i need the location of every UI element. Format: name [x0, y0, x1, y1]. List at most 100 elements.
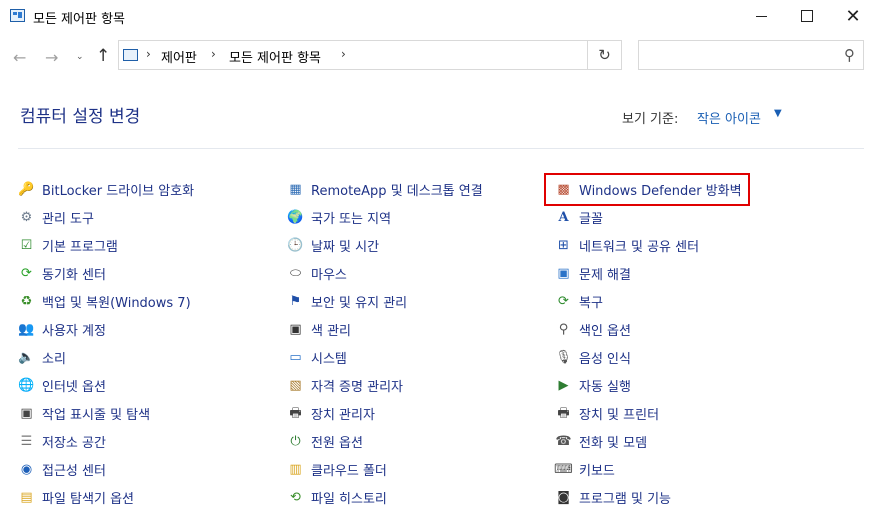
search-icon[interactable]: ⚲ — [844, 46, 855, 64]
minimize-icon — [755, 15, 767, 17]
item-color-management[interactable]: ▣ 색 관리 — [287, 315, 483, 343]
admin-tools-icon: ⚙ — [20, 209, 33, 225]
breadcrumb-separator-icon[interactable]: › — [211, 47, 216, 61]
item-credential-manager[interactable]: ▧ 자격 증명 관리자 — [287, 371, 483, 399]
flag-icon: ⚑ — [289, 293, 302, 309]
items-column-3: ▩ Windows Defender 방화벽 A 글꼴 ⊞ 네트워크 및 공유 센터 … — [554, 175, 742, 511]
fonts-icon: A — [558, 209, 569, 225]
item-sync-center[interactable]: ⟳ 동기화 센터 — [18, 259, 194, 287]
window-title: 모든 제어판 항목 — [33, 12, 125, 27]
credential-manager-icon: ▧ — [289, 377, 302, 393]
back-arrow-icon[interactable]: ← — [13, 48, 26, 67]
device-manager-icon: 🖶 — [289, 405, 302, 421]
chevron-down-icon[interactable]: ⌄ — [76, 52, 84, 62]
maximize-icon — [801, 10, 813, 22]
item-fonts[interactable]: A 글꼴 — [555, 203, 742, 231]
item-backup-restore[interactable]: ♻ 백업 및 복원(Windows 7) — [18, 287, 194, 315]
backup-restore-icon: ♻ — [20, 293, 33, 309]
close-button[interactable]: ✕ — [830, 0, 876, 32]
work-folders-icon: ▥ — [289, 461, 302, 477]
item-autoplay[interactable]: ▶ 자동 실행 — [555, 371, 742, 399]
item-network[interactable]: ⊞ 네트워크 및 공유 센터 — [555, 231, 742, 259]
remoteapp-icon: ▦ — [289, 181, 302, 197]
title-bar: 모든 제어판 항목 ✕ — [0, 0, 878, 32]
highlight-box — [544, 173, 750, 206]
item-devices-printers[interactable]: 🖶 장치 및 프린터 — [555, 399, 742, 427]
keyboard-icon: ⌨ — [554, 461, 573, 477]
bitlocker-key-icon: 🔑 — [18, 181, 35, 197]
storage-spaces-icon: ☰ — [20, 433, 33, 449]
minimize-button[interactable] — [738, 0, 784, 32]
speaker-icon: 🔈 — [18, 349, 35, 365]
view-by-dropdown[interactable]: 작은 아이콘 — [697, 108, 761, 127]
item-recovery[interactable]: ⟳ 복구 — [555, 287, 742, 315]
caret-down-icon[interactable]: ▼ — [774, 108, 782, 119]
breadcrumb-separator-icon[interactable]: › — [146, 47, 151, 61]
item-device-manager[interactable]: 🖶 장치 관리자 — [287, 399, 483, 427]
item-programs-features[interactable]: ◙ 프로그램 및 기능 — [555, 483, 742, 511]
item-admin-tools[interactable]: ⚙ 관리 도구 — [18, 203, 194, 231]
taskbar-icon: ▣ — [20, 405, 33, 421]
item-system[interactable]: ▭ 시스템 — [287, 343, 483, 371]
item-indexing-options[interactable]: ⚲ 색인 옵션 — [555, 315, 742, 343]
programs-features-icon: ◙ — [557, 489, 570, 505]
color-management-icon: ▣ — [289, 321, 302, 337]
file-history-icon: ⟲ — [290, 489, 301, 505]
item-region[interactable]: 🌍 국가 또는 지역 — [287, 203, 483, 231]
item-sound[interactable]: 🔈 소리 — [18, 343, 194, 371]
phone-modem-icon: ☎ — [555, 433, 572, 449]
divider — [18, 148, 864, 149]
internet-options-icon: 🌐 — [18, 377, 35, 393]
recovery-icon: ⟳ — [558, 293, 569, 309]
globe-icon: 🌍 — [287, 209, 304, 225]
items-column-2: ▦ RemoteApp 및 데스크톱 연결 🌍 국가 또는 지역 🕒 날짜 및 시간 … — [287, 175, 483, 511]
power-options-icon: ⏻ — [290, 433, 301, 449]
item-phone-modem[interactable]: ☎ 전화 및 모뎀 — [555, 427, 742, 455]
up-arrow-icon[interactable]: ↑ — [96, 46, 110, 66]
folder-options-icon: ▤ — [20, 489, 33, 505]
item-taskbar[interactable]: ▣ 작업 표시줄 및 탐색 — [18, 399, 194, 427]
forward-arrow-icon[interactable]: → — [45, 48, 58, 67]
indexing-options-icon: ⚲ — [558, 321, 569, 337]
refresh-button[interactable]: ↻ — [588, 40, 622, 70]
item-mouse[interactable]: ⬭ 마우스 — [287, 259, 483, 287]
refresh-icon: ↻ — [598, 46, 611, 64]
item-user-accounts[interactable]: 👥 사용자 계정 — [18, 315, 194, 343]
item-storage-spaces[interactable]: ☰ 저장소 공간 — [18, 427, 194, 455]
printer-icon: 🖶 — [557, 405, 570, 421]
clock-icon: 🕒 — [287, 237, 304, 253]
item-speech-recognition[interactable]: 🎙 음성 인식 — [555, 343, 742, 371]
item-work-folders[interactable]: ▥ 클라우드 폴더 — [287, 455, 483, 483]
item-remoteapp[interactable]: ▦ RemoteApp 및 데스크톱 연결 — [287, 175, 482, 203]
default-programs-icon: ☑ — [20, 237, 33, 253]
breadcrumb-all-items[interactable]: 모든 제어판 항목 — [229, 47, 321, 66]
item-ease-of-access[interactable]: ◉ 접근성 센터 — [18, 455, 194, 483]
item-troubleshooting[interactable]: ▣ 문제 해결 — [555, 259, 742, 287]
search-input[interactable]: ⚲ — [638, 40, 864, 70]
sync-center-icon: ⟳ — [21, 265, 32, 281]
ease-of-access-icon: ◉ — [20, 461, 33, 477]
autoplay-icon: ▶ — [558, 377, 569, 393]
troubleshooting-icon: ▣ — [557, 265, 570, 281]
breadcrumb-separator-icon[interactable]: › — [341, 47, 346, 61]
item-folder-options[interactable]: ▤ 파일 탐색기 옵션 — [18, 483, 194, 511]
item-internet-options[interactable]: 🌐 인터넷 옵션 — [18, 371, 194, 399]
address-bar[interactable]: › 제어판 › 모든 제어판 항목 › ⌄ — [118, 40, 698, 70]
item-keyboard[interactable]: ⌨ 키보드 — [554, 455, 742, 483]
user-accounts-icon: 👥 — [18, 321, 35, 337]
item-file-history[interactable]: ⟲ 파일 히스토리 — [287, 483, 483, 511]
control-panel-icon — [10, 9, 25, 22]
close-icon: ✕ — [845, 5, 861, 27]
view-by-label: 보기 기준: — [622, 112, 679, 127]
control-panel-icon — [123, 49, 138, 61]
item-security-maintenance[interactable]: ⚑ 보안 및 유지 관리 — [287, 287, 483, 315]
page-title: 컴퓨터 설정 변경 — [20, 107, 141, 127]
microphone-icon: 🎙 — [555, 349, 572, 365]
item-default-programs[interactable]: ☑ 기본 프로그램 — [18, 231, 194, 259]
item-bitlocker[interactable]: 🔑 BitLocker 드라이브 암호화 — [18, 175, 194, 203]
items-column-1: 🔑 BitLocker 드라이브 암호화 ⚙ 관리 도구 ☑ 기본 프로그램 ⟳ 동기화… — [18, 175, 194, 511]
breadcrumb-control-panel[interactable]: 제어판 — [161, 47, 197, 66]
item-power-options[interactable]: ⏻ 전원 옵션 — [287, 427, 483, 455]
maximize-button[interactable] — [784, 0, 830, 32]
item-date-time[interactable]: 🕒 날짜 및 시간 — [287, 231, 483, 259]
